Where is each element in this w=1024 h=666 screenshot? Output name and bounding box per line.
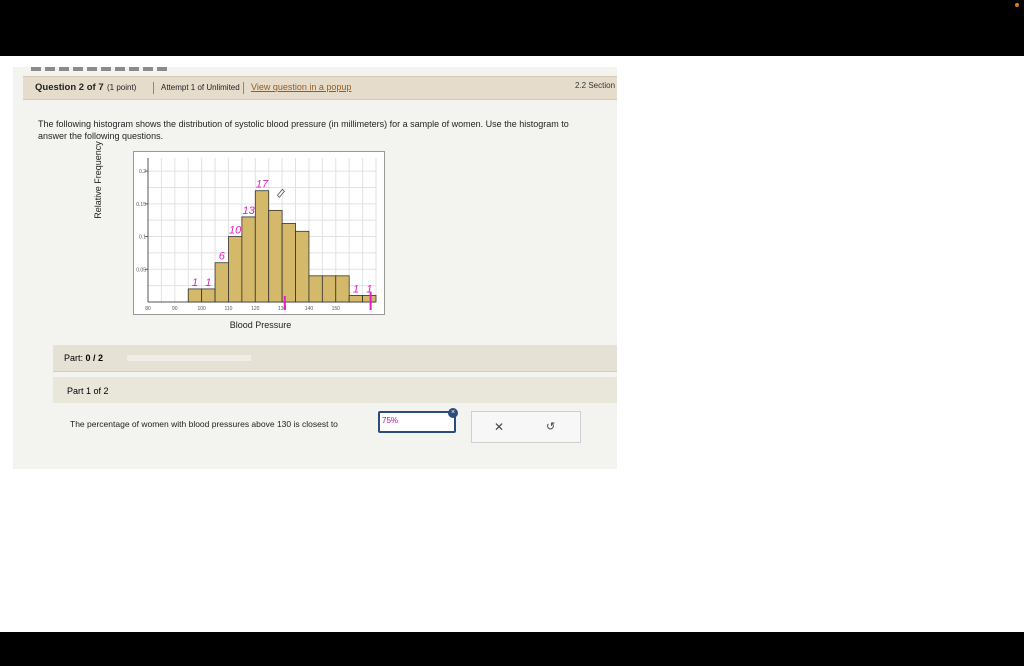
answer-value: 75% bbox=[382, 416, 399, 425]
histogram-bar bbox=[254, 190, 270, 303]
handwritten-annotation: 1 bbox=[192, 277, 198, 289]
histogram-bar bbox=[295, 230, 310, 303]
y-tick-label: 0.2 bbox=[139, 169, 146, 175]
question-panel: Question 2 of 7 (1 point) Attempt 1 of U… bbox=[13, 67, 617, 469]
y-tick-label: 0.15 bbox=[136, 202, 146, 208]
part-progress-bar: Part: 0 / 2 bbox=[53, 345, 617, 372]
clear-button[interactable]: ✕ bbox=[494, 420, 504, 434]
top-black-bar bbox=[0, 0, 1024, 56]
histogram-bar bbox=[241, 216, 256, 303]
question-number: Question 2 of 7 bbox=[35, 82, 104, 93]
histogram-bar bbox=[268, 209, 283, 303]
histogram-bar bbox=[214, 262, 229, 303]
part-progress-value: 0 / 2 bbox=[85, 353, 104, 363]
pencil-cursor-icon bbox=[276, 188, 285, 198]
y-axis-label: Relative Frequency bbox=[93, 141, 103, 219]
x-axis-label: Blood Pressure bbox=[229, 320, 292, 330]
handwritten-annotation: 17 bbox=[256, 179, 269, 191]
histogram-svg: 0.050.10.150.280 90 100 110 120 130 140 1501 161… bbox=[136, 158, 377, 312]
handwritten-annotation: 10 bbox=[229, 225, 242, 237]
part-progress-label: Part: bbox=[64, 353, 84, 363]
section-label: 2.2 Section Exe bbox=[575, 81, 617, 90]
header-divider bbox=[243, 82, 244, 94]
undo-button[interactable]: ↺ bbox=[546, 420, 555, 433]
question-header-bar: Question 2 of 7 (1 point) Attempt 1 of U… bbox=[23, 76, 617, 100]
handwritten-annotation: 6 bbox=[219, 251, 226, 263]
x-tick-label: 140 bbox=[305, 306, 314, 312]
x-tick-label: 90 bbox=[172, 306, 178, 312]
handwritten-annotation: 13 bbox=[242, 205, 255, 217]
histogram-bar bbox=[362, 295, 377, 303]
part-progress-text: Part: 0 / 2 bbox=[64, 353, 103, 363]
cropped-header-text bbox=[31, 67, 171, 71]
histogram-bar bbox=[281, 223, 296, 303]
attempt-counter: Attempt 1 of Unlimited bbox=[161, 83, 240, 92]
handwritten-annotation: 1 bbox=[353, 283, 359, 295]
question-text: The following histogram shows the distri… bbox=[38, 119, 569, 141]
histogram-bar bbox=[335, 275, 350, 303]
y-tick-label: 0.05 bbox=[136, 267, 146, 273]
view-in-popup-link[interactable]: View question in a popup bbox=[251, 82, 351, 92]
x-tick-label: 150 bbox=[332, 306, 341, 312]
question-prompt: The percentage of women with blood press… bbox=[70, 419, 338, 429]
x-tick-label: 80 bbox=[145, 306, 151, 312]
answer-dropdown[interactable]: 75% × bbox=[378, 408, 458, 433]
x-tick-label: 120 bbox=[251, 306, 260, 312]
histogram-bar bbox=[348, 295, 363, 303]
histogram-bar bbox=[308, 275, 323, 303]
bottom-black-bar bbox=[0, 632, 1024, 666]
answer-actions: ✕ ↺ bbox=[471, 411, 581, 443]
handwritten-annotation: 1 bbox=[205, 277, 211, 289]
x-tick-label: 110 bbox=[224, 306, 232, 312]
histogram-bar bbox=[201, 288, 216, 303]
part-title-bar: Part 1 of 2 bbox=[53, 377, 617, 403]
histogram-bar bbox=[228, 236, 243, 303]
histogram-bar bbox=[187, 288, 203, 303]
clear-input-icon[interactable]: × bbox=[448, 408, 458, 418]
recording-indicator bbox=[1015, 3, 1019, 7]
part-title: Part 1 of 2 bbox=[67, 386, 109, 396]
histogram-bar bbox=[321, 275, 337, 303]
y-tick-label: 0.1 bbox=[139, 235, 146, 241]
histogram-chart: 0.05 0.1 0.15 0.2 80 90 100 110 120 130 140 150 1 1 6 1… bbox=[133, 151, 385, 315]
x-tick-label: 100 bbox=[197, 306, 206, 312]
progress-track bbox=[127, 355, 251, 361]
question-points: (1 point) bbox=[107, 83, 137, 92]
header-divider bbox=[153, 82, 154, 94]
